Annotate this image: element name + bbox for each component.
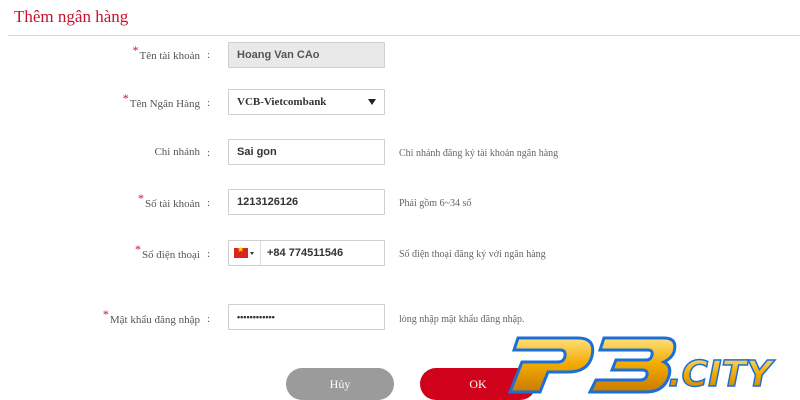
- colon: :: [207, 313, 211, 325]
- phone-divider: [260, 241, 261, 265]
- page-title: Thêm ngân hàng: [14, 7, 129, 26]
- required-mark: *: [122, 91, 129, 105]
- account-name-label: *Tên tài khoản: [132, 43, 200, 62]
- colon: :: [207, 147, 211, 159]
- colon: :: [207, 248, 211, 260]
- password-value: ••••••••••••: [237, 312, 275, 322]
- account-name-value: Hoang Van CAo: [237, 49, 320, 61]
- password-hint: lòng nhập mật khẩu đăng nhập.: [399, 314, 525, 325]
- account-number-label: *Số tài khoản: [138, 191, 200, 210]
- phone-input[interactable]: +84 774511546: [228, 240, 385, 266]
- p3-logo-mark: [507, 336, 677, 394]
- title-divider: [8, 35, 800, 36]
- password-input[interactable]: ••••••••••••: [228, 304, 385, 330]
- chevron-down-icon: [368, 99, 376, 105]
- colon: :: [207, 49, 211, 61]
- cancel-button[interactable]: Hủy: [286, 368, 394, 400]
- required-mark: *: [132, 43, 139, 57]
- account-number-value: 1213126126: [237, 196, 299, 208]
- password-label: *Mật khẩu đăng nhập: [102, 307, 200, 326]
- branch-value: Sai gon: [237, 146, 277, 158]
- phone-value: +84 774511546: [267, 247, 344, 259]
- account-number-input[interactable]: 1213126126: [228, 189, 385, 215]
- account-number-hint: Phải gồm 6~34 số: [399, 198, 472, 209]
- p3-city-logo: .CITY: [507, 336, 777, 396]
- chevron-down-icon[interactable]: [250, 251, 254, 255]
- vietnam-flag-icon[interactable]: [234, 245, 248, 258]
- branch-hint: Chi nhánh đăng ký tài khoản ngân hàng: [399, 148, 559, 159]
- colon: :: [207, 197, 211, 209]
- branch-input[interactable]: Sai gon: [228, 139, 385, 165]
- account-name-field: Hoang Van CAo: [228, 42, 385, 68]
- bank-select[interactable]: VCB-Vietcombank: [228, 89, 385, 115]
- phone-hint: Số điện thoại đăng ký với ngân hàng: [399, 249, 546, 260]
- required-mark: *: [134, 242, 141, 256]
- required-mark: *: [102, 307, 109, 321]
- required-mark: *: [138, 191, 144, 205]
- phone-label: *Số điện thoại: [134, 242, 200, 261]
- logo-text: .CITY: [668, 354, 776, 395]
- bank-select-value: VCB-Vietcombank: [237, 96, 327, 108]
- bank-name-label: *Tên Ngân Hàng: [122, 91, 200, 110]
- branch-label: Chi nhánh: [154, 146, 200, 158]
- colon: :: [207, 97, 211, 109]
